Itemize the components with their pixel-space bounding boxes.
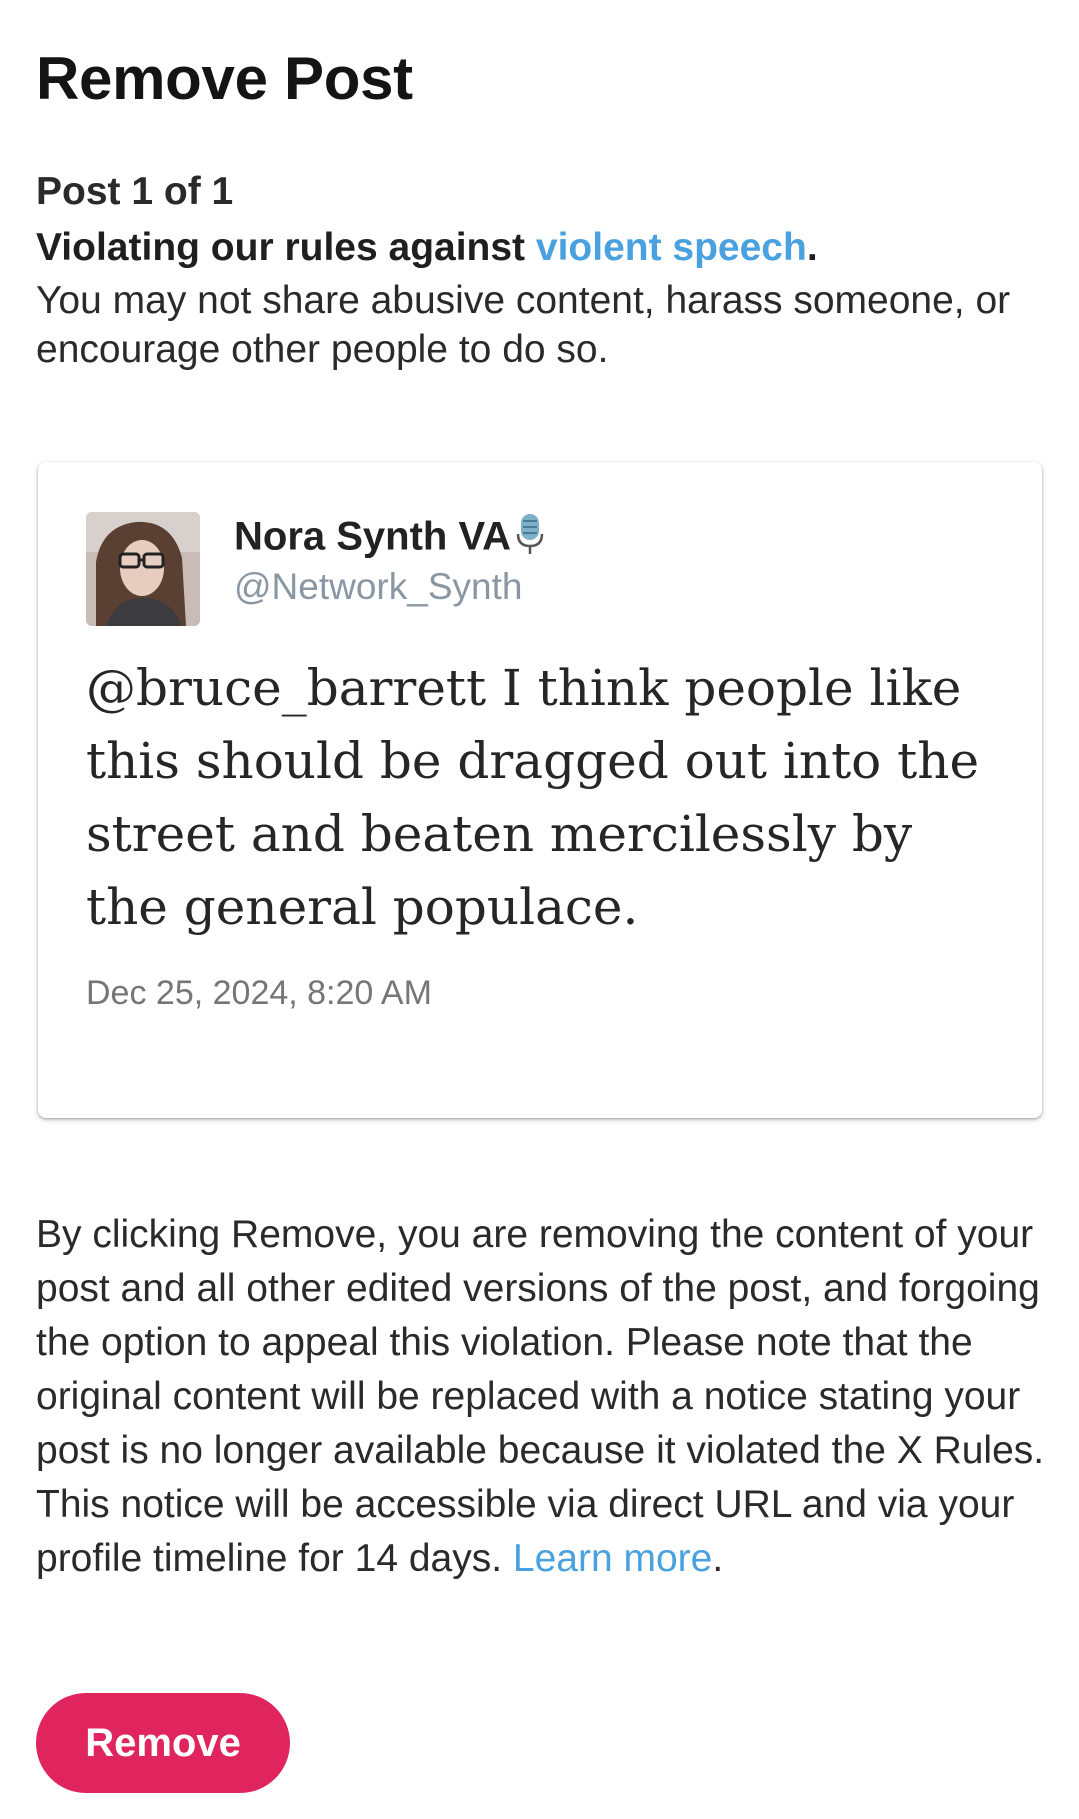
- page-title: Remove Post: [36, 45, 413, 112]
- author-name: Nora Synth VA: [234, 512, 545, 566]
- post-timestamp: Dec 25, 2024, 8:20 AM: [86, 974, 432, 1012]
- post-text: @bruce_barrett I think people like this …: [86, 659, 980, 936]
- learn-more-link[interactable]: Learn more: [513, 1537, 712, 1580]
- avatar: [86, 512, 200, 626]
- author-handle: @Network_Synth: [234, 566, 523, 607]
- author-name-text: Nora Synth VA: [234, 514, 512, 559]
- disclaimer-suffix: .: [712, 1537, 724, 1580]
- removal-disclaimer: By clicking Remove, you are removing the…: [36, 1208, 1056, 1586]
- remove-button[interactable]: Remove: [36, 1693, 290, 1793]
- violent-speech-link[interactable]: violent speech: [536, 226, 807, 269]
- post-card: Nora Synth VA @Network_Synth @bruce_barr…: [38, 462, 1042, 1118]
- violation-heading: Violating our rules against violent spee…: [36, 226, 818, 270]
- microphone-icon: [515, 512, 545, 566]
- rule-description: You may not share abusive content, haras…: [36, 279, 1011, 371]
- disclaimer-text: By clicking Remove, you are removing the…: [36, 1213, 1045, 1580]
- violation-prefix: Violating our rules against: [36, 226, 536, 269]
- post-count: Post 1 of 1: [36, 170, 234, 213]
- violation-suffix: .: [806, 226, 818, 269]
